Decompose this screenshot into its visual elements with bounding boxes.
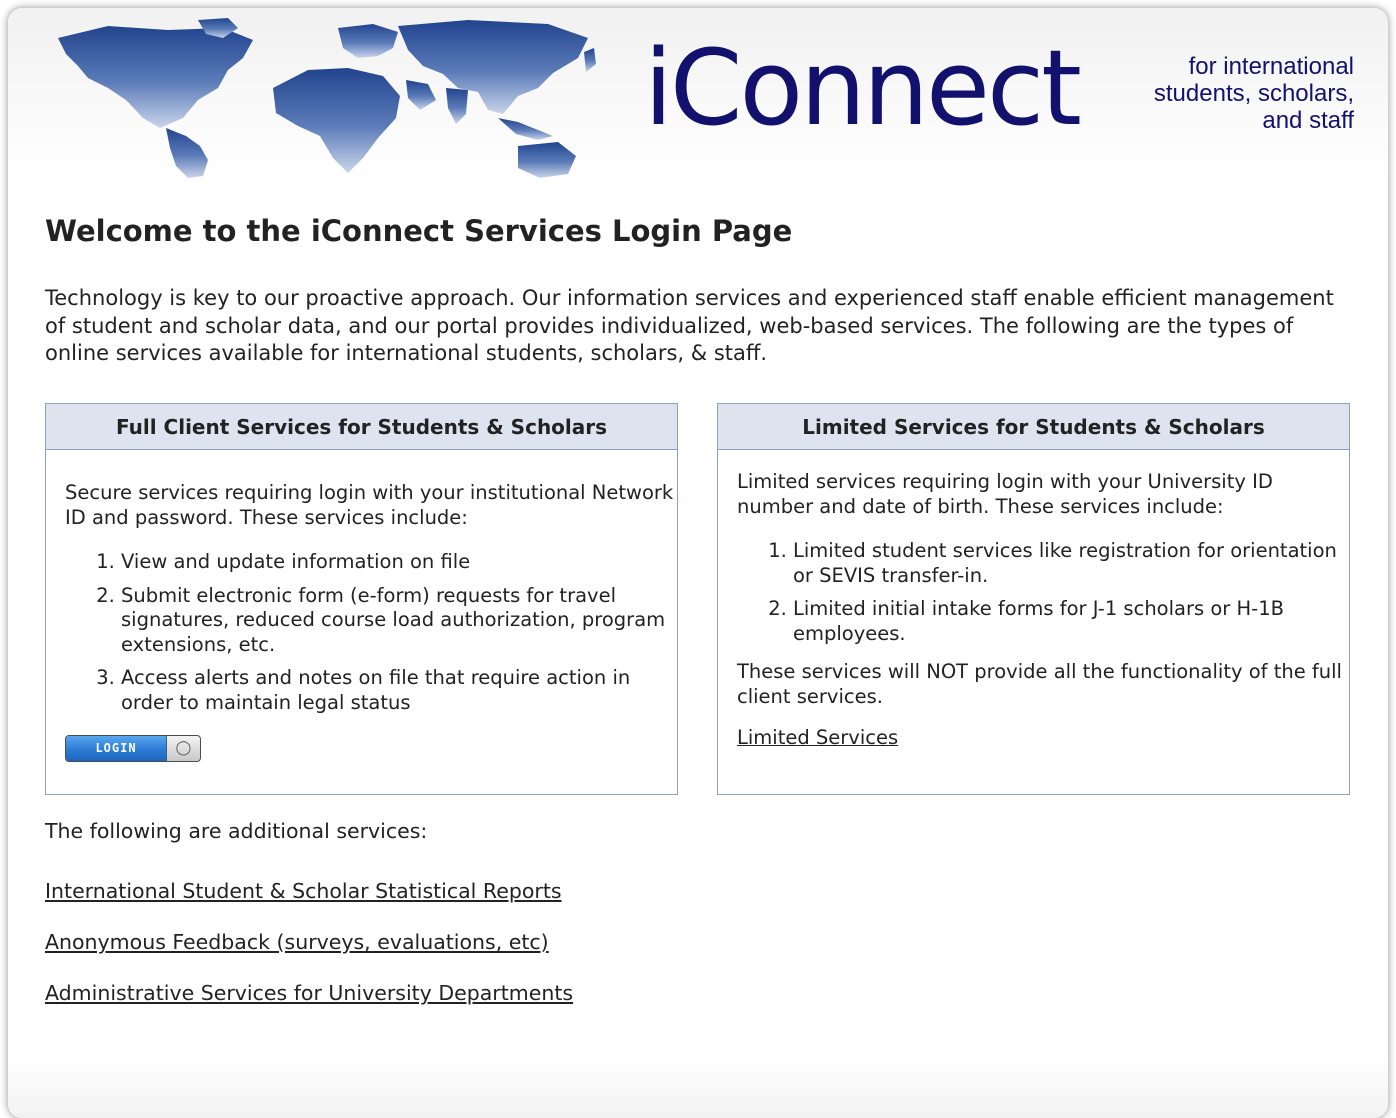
anonymous-feedback-link[interactable]: Anonymous Feedback (surveys, evaluations… xyxy=(45,930,549,954)
services-panels: Full Client Services for Students & Scho… xyxy=(45,403,1355,803)
lightbulb-icon: ◯ xyxy=(175,740,192,756)
main-content: Welcome to the iConnect Services Login P… xyxy=(45,213,1355,1005)
statistical-reports-link[interactable]: International Student & Scholar Statisti… xyxy=(45,879,562,903)
list-item: Limited initial intake forms for J-1 sch… xyxy=(793,597,1349,646)
additional-services-intro: The following are additional services: xyxy=(45,819,428,843)
world-map-image xyxy=(58,18,596,178)
logo-tagline: for international students, scholars, an… xyxy=(1153,53,1354,134)
limited-description: Limited services requiring login with yo… xyxy=(737,470,1273,518)
list-item: Anonymous Feedback (surveys, evaluations… xyxy=(45,929,945,956)
page-frame: iConnect for international students, sch… xyxy=(8,8,1388,1118)
limited-services-link[interactable]: Limited Services xyxy=(737,726,898,751)
full-client-description: Secure services requiring login with you… xyxy=(65,481,674,529)
additional-services-links: International Student & Scholar Statisti… xyxy=(45,878,945,1007)
limited-note: These services will NOT provide all the … xyxy=(737,660,1342,708)
list-item: Submit electronic form (e-form) requests… xyxy=(121,584,677,658)
limited-services-panel: Limited Services for Students & Scholars… xyxy=(717,403,1350,795)
list-item: Limited student services like registrati… xyxy=(793,539,1349,588)
panel-body-full-client: Secure services requiring login with you… xyxy=(46,450,677,762)
panel-body-limited: Limited services requiring login with yo… xyxy=(718,450,1349,751)
full-client-services-panel: Full Client Services for Students & Scho… xyxy=(45,403,678,795)
full-client-services-list: View and update information on file Subm… xyxy=(65,550,677,715)
login-button-label: LOGIN xyxy=(66,736,167,761)
additional-services: The following are additional services: I… xyxy=(45,818,945,1031)
panel-header-limited: Limited Services for Students & Scholars xyxy=(718,404,1349,450)
administrative-services-link[interactable]: Administrative Services for University D… xyxy=(45,981,573,1005)
footer-bar xyxy=(8,1056,1388,1118)
list-item: View and update information on file xyxy=(121,550,677,575)
login-button[interactable]: LOGIN ◯ xyxy=(65,735,201,762)
panel-header-full-client: Full Client Services for Students & Scho… xyxy=(46,404,677,450)
intro-paragraph: Technology is key to our proactive appro… xyxy=(45,286,1334,365)
header-banner: iConnect for international students, sch… xyxy=(8,8,1388,183)
list-item: Administrative Services for University D… xyxy=(45,980,945,1007)
iconnect-logo: iConnect xyxy=(644,27,1082,149)
list-item: Access alerts and notes on file that req… xyxy=(121,666,677,715)
list-item: International Student & Scholar Statisti… xyxy=(45,878,945,905)
page-title: Welcome to the iConnect Services Login P… xyxy=(45,214,793,248)
limited-services-list: Limited student services like registrati… xyxy=(737,539,1349,646)
